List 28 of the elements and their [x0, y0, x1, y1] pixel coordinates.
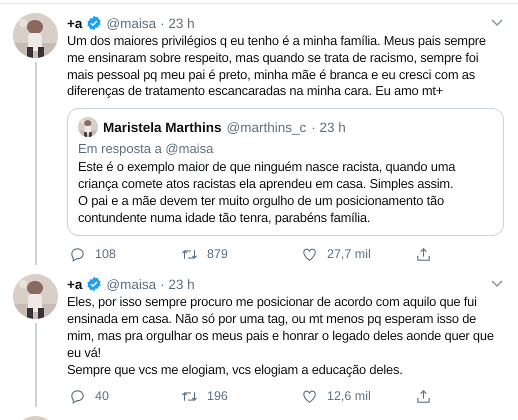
- reply-icon[interactable]: [69, 246, 86, 263]
- tweet-time[interactable]: · 23 h: [160, 276, 195, 292]
- reply-icon[interactable]: [69, 388, 86, 405]
- tweet-text: Um dos maiores privilégios q eu tenho é a minha família. Meus pais sempre me ensinaram sobre respeito, mas quando se trata de racismo, sempre foi mais pessoal pq meu pai é preto, minha mãe é branca e eu cresci com as diferenças de tratamento escancaradas na minha cara. Eu amo mt+: [67, 33, 487, 100]
- caret-icon[interactable]: [490, 18, 504, 28]
- share-icon[interactable]: [415, 246, 432, 263]
- user-handle[interactable]: @maisa: [106, 276, 156, 292]
- user-handle[interactable]: @maisa: [106, 16, 156, 30]
- tweet-time[interactable]: · 23 h: [160, 16, 195, 30]
- heart-icon[interactable]: [301, 246, 318, 263]
- tweet-text: Eles, por isso sempre procuro me posicionar de acordo com aquilo que fui ensinada em casa. Não só por uma tag, ou mt menos pq esperam isso de mim, mas pra orgulhar os meus pais e honrar o legado deles aonde quer que eu vá! Sempre que vcs me elogiam, vcs elogiam a educação deles.: [67, 294, 495, 378]
- like-count: 27,7 mil: [327, 247, 371, 262]
- share-icon[interactable]: [415, 388, 432, 405]
- retweet-count: 196: [207, 389, 228, 404]
- display-name[interactable]: +a: [67, 276, 82, 292]
- tweet-time: · 23 h: [311, 120, 346, 135]
- quoted-tweet[interactable]: [67, 108, 504, 236]
- reply-context: Em resposta a @maisa: [78, 141, 214, 156]
- quoted-text: Este é o exemplo maior de que ninguém nasce racista, quando uma criança comete atos racistas ela aprendeu em casa. Simples assim. O pai e a mãe devem ter muito orgulho de um posicionamento tão contundente numa idade tão tenra, parabéns família.: [78, 159, 456, 226]
- retweet-count: 879: [207, 247, 228, 262]
- display-name[interactable]: +a: [67, 16, 82, 30]
- display-name: Maristela Marthins: [103, 120, 222, 135]
- caret-icon[interactable]: [490, 279, 504, 290]
- like-count: 12,6 mil: [327, 389, 371, 404]
- reply-count: 40: [95, 389, 109, 404]
- heart-icon[interactable]: [301, 388, 318, 405]
- reply-count: 108: [95, 247, 116, 262]
- user-handle: @marthins_c: [226, 120, 306, 135]
